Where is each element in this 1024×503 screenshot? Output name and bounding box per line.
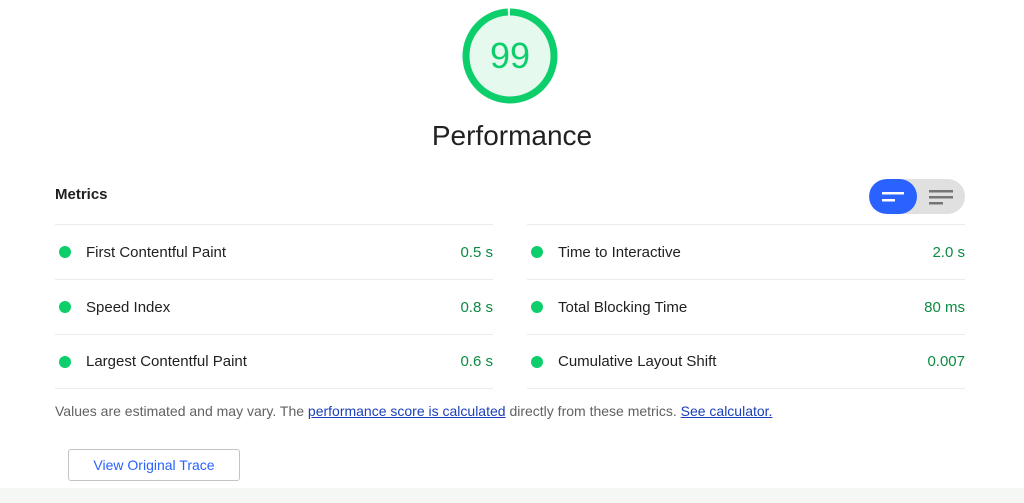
metric-title: Time to Interactive (558, 243, 681, 261)
list-view-button[interactable] (917, 179, 965, 214)
metric-value: 80 ms (924, 298, 965, 316)
note-text-before: Values are estimated and may vary. The (55, 403, 308, 419)
pass-dot-icon (531, 355, 543, 368)
view-toggle[interactable] (869, 179, 965, 214)
gauge-score: 99 (489, 35, 531, 76)
list-view-icon (929, 189, 953, 204)
score-calculated-link[interactable]: performance score is calculated (308, 403, 506, 419)
metric-value: 0.5 s (460, 243, 493, 261)
pass-dot-icon (59, 355, 71, 368)
metric-title: Total Blocking Time (558, 298, 688, 316)
estimate-note: Values are estimated and may vary. The p… (55, 403, 772, 419)
bottom-strip (0, 488, 1024, 503)
metrics-column-right: Time to Interactive 2.0 s Total Blocking… (527, 224, 965, 389)
pass-dot-icon (531, 301, 543, 313)
metric-title: First Contentful Paint (86, 243, 227, 261)
metric-value: 0.8 s (460, 298, 493, 316)
view-original-trace-button[interactable]: View Original Trace (68, 449, 240, 481)
see-calculator-link[interactable]: See calculator. (681, 403, 773, 419)
metric-value: 2.0 s (932, 243, 965, 261)
note-text-middle: directly from these metrics. (505, 403, 681, 419)
metric-title: Cumulative Layout Shift (558, 353, 717, 370)
metrics-header: Metrics (55, 186, 108, 203)
category-title: Performance (431, 120, 593, 151)
metric-row: Speed Index 0.8 s (55, 279, 493, 334)
grid-view-button[interactable] (869, 179, 917, 214)
metric-value: 0.007 (927, 353, 965, 370)
metric-value: 0.6 s (460, 353, 493, 370)
metric-row: Time to Interactive 2.0 s (527, 224, 965, 279)
grid-view-icon (882, 191, 904, 201)
metric-row: Total Blocking Time 80 ms (527, 279, 965, 334)
metric-title: Largest Contentful Paint (86, 353, 247, 370)
pass-dot-icon (59, 301, 71, 313)
pass-dot-icon (59, 246, 71, 258)
metric-row: First Contentful Paint 0.5 s (55, 224, 493, 279)
performance-gauge: 99 (462, 8, 558, 104)
pass-dot-icon (531, 246, 543, 258)
metrics-column-left: First Contentful Paint 0.5 s Speed Index… (55, 224, 493, 389)
metric-row: Largest Contentful Paint 0.6 s (55, 334, 493, 389)
metric-row: Cumulative Layout Shift 0.007 (527, 334, 965, 389)
metric-title: Speed Index (86, 298, 171, 316)
